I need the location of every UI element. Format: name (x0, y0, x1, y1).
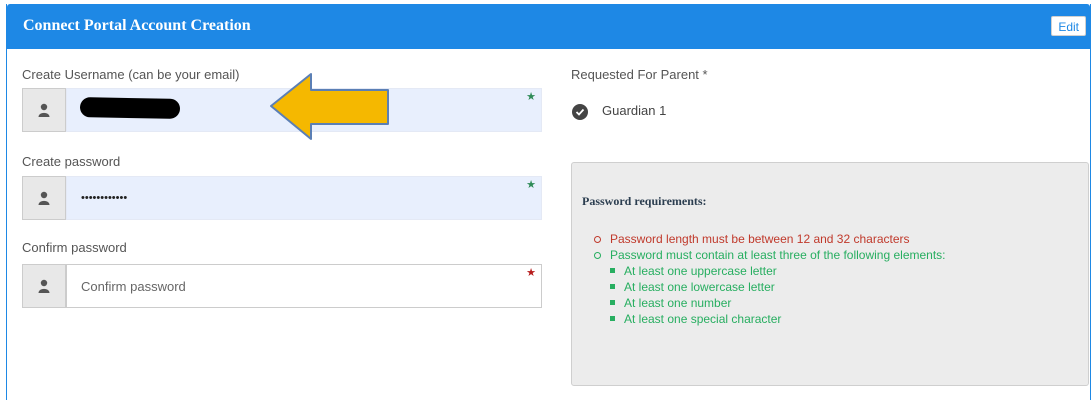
password-field-group: ★ (22, 176, 542, 220)
password-requirements-box: Password requirements: Password length m… (571, 162, 1089, 386)
password-input[interactable] (66, 176, 542, 220)
user-icon (22, 264, 66, 308)
requirements-title: Password requirements: (582, 194, 707, 208)
requirement-special-character: At least one special character (594, 311, 946, 327)
page-title: Connect Portal Account Creation (23, 17, 251, 34)
account-creation-panel: Connect Portal Account Creation Edit Cre… (6, 4, 1091, 400)
requirement-elements: Password must contain at least three of … (594, 247, 946, 263)
edit-button[interactable]: Edit (1051, 16, 1086, 36)
requirement-lowercase: At least one lowercase letter (594, 279, 946, 295)
username-label: Create Username (can be your email) (22, 67, 240, 82)
requirement-sub-list: At least one uppercase letter At least o… (594, 263, 946, 327)
requirement-number: At least one number (594, 295, 946, 311)
password-label: Create password (22, 154, 121, 169)
requirement-uppercase: At least one uppercase letter (594, 263, 946, 279)
confirm-password-label: Confirm password (22, 240, 127, 255)
requirement-length: Password length must be between 12 and 3… (594, 231, 946, 247)
confirm-password-input[interactable] (66, 264, 542, 308)
arrow-left-icon (270, 73, 389, 140)
user-icon (22, 88, 66, 132)
panel-header: Connect Portal Account Creation Edit (7, 4, 1090, 49)
requirements-list: Password length must be between 12 and 3… (594, 231, 946, 327)
confirm-password-field-group: ★ (22, 264, 542, 308)
requested-for-label: Requested For Parent * (571, 67, 708, 82)
user-icon (22, 176, 66, 220)
check-circle-icon (572, 104, 588, 120)
required-star-icon: ★ (526, 267, 536, 279)
required-star-icon: ★ (526, 91, 536, 103)
guardian-label: Guardian 1 (602, 103, 667, 118)
redaction-scribble (79, 97, 181, 119)
required-star-icon: ★ (526, 179, 536, 191)
